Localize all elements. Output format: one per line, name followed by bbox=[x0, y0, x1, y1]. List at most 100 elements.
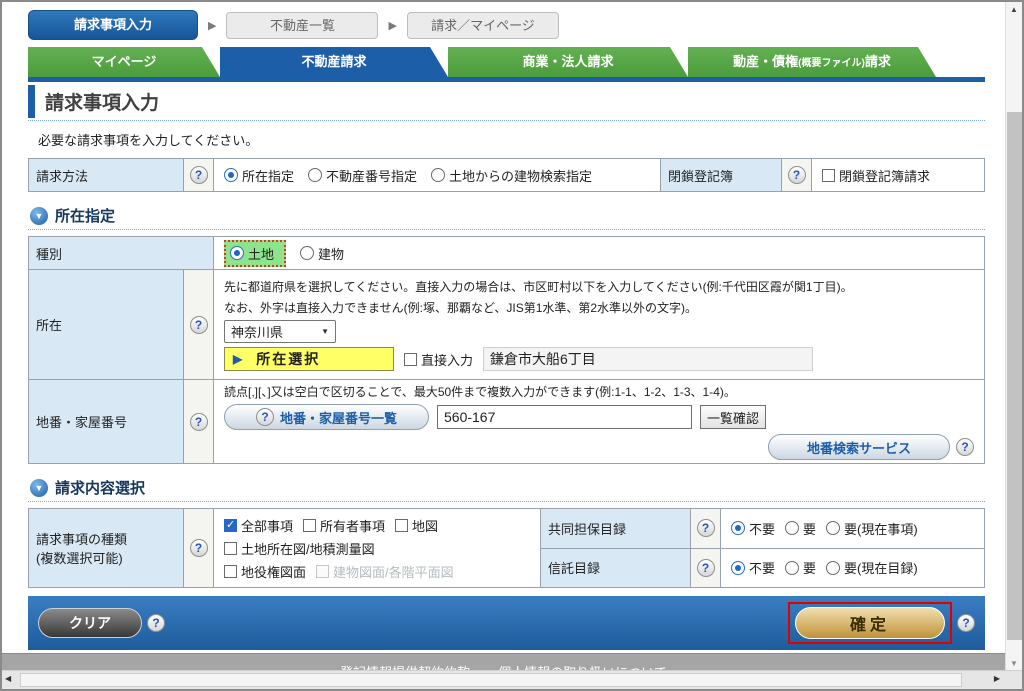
horizontal-scrollbar-thumb[interactable] bbox=[20, 673, 962, 687]
tab-label: 動産・債権 bbox=[733, 54, 798, 69]
horizontal-scrollbar[interactable]: ◀ ▶ bbox=[2, 670, 1022, 689]
location-note-1: 先に都道府県を選択してください。直接入力の場合は、市区町村以下を入力してください… bbox=[224, 278, 853, 295]
action-bar: クリア ? 確定 ? bbox=[28, 596, 985, 650]
type-options: 土地 建物 bbox=[214, 237, 984, 269]
checkbox-building-drawing-disabled: 建物図面/各階平面図 bbox=[316, 562, 454, 581]
radio-trust-required-current[interactable]: 要(現在目録) bbox=[826, 558, 918, 577]
help-icon[interactable]: ? bbox=[190, 539, 208, 557]
section-arrow-icon: ▼ bbox=[30, 479, 48, 497]
tab-real-estate-request[interactable]: 不動産請求 bbox=[220, 47, 448, 77]
request-method-help-cell: ? bbox=[184, 159, 214, 191]
option-label: 要 bbox=[803, 558, 816, 577]
breadcrumb-arrow-icon: ▶ bbox=[388, 19, 396, 32]
lot-number-search-service-button[interactable]: 地番検索サービス bbox=[768, 434, 950, 460]
option-label: 不要 bbox=[749, 519, 775, 538]
lot-number-input[interactable] bbox=[437, 405, 692, 429]
closed-register-help-cell: ? bbox=[782, 159, 812, 191]
label-text: 所在 bbox=[36, 315, 62, 334]
option-label: 建物図面/各階平面図 bbox=[333, 562, 454, 581]
radio-joint-collateral-required-current[interactable]: 要(現在事項) bbox=[826, 519, 918, 538]
scroll-up-icon[interactable]: ▲ bbox=[1006, 5, 1022, 14]
tab-movables-claims-request[interactable]: 動産・債権(概要ファイル)請求 bbox=[688, 47, 936, 77]
help-icon[interactable]: ? bbox=[697, 519, 715, 537]
tab-corporate-request[interactable]: 商業・法人請求 bbox=[448, 47, 688, 77]
request-method-label: 請求方法 bbox=[29, 159, 184, 191]
radio-building[interactable]: 建物 bbox=[300, 244, 344, 263]
option-label: 要(現在目録) bbox=[844, 558, 918, 577]
help-icon[interactable]: ? bbox=[190, 316, 208, 334]
type-label: 種別 bbox=[29, 237, 214, 269]
option-label: 土地からの建物検索指定 bbox=[449, 166, 592, 185]
scroll-left-icon[interactable]: ◀ bbox=[5, 674, 11, 683]
radio-property-number[interactable]: 不動産番号指定 bbox=[308, 166, 417, 185]
confirm-button[interactable]: 確定 bbox=[795, 607, 945, 639]
option-label: 建物 bbox=[318, 244, 344, 263]
radio-trust-required[interactable]: 要 bbox=[785, 558, 816, 577]
scroll-right-icon[interactable]: ▶ bbox=[994, 674, 1000, 683]
label-text: 共同担保目録 bbox=[548, 519, 626, 538]
vertical-scrollbar[interactable]: ▲ ▼ bbox=[1005, 2, 1022, 672]
radio-building-search-from-land[interactable]: 土地からの建物検索指定 bbox=[431, 166, 592, 185]
triangle-right-icon: ▶ bbox=[233, 352, 242, 366]
help-icon[interactable]: ? bbox=[788, 166, 806, 184]
window-frame: 請求事項入力 ▶ 不動産一覧 ▶ 請求／マイページ マイページ 不動産請求 商業… bbox=[0, 0, 1024, 691]
joint-collateral-help-cell: ? bbox=[691, 509, 721, 548]
button-label: 確定 bbox=[850, 611, 890, 635]
direct-input-field[interactable] bbox=[483, 347, 813, 371]
help-icon[interactable]: ? bbox=[957, 614, 975, 632]
checkbox-land-location-map[interactable]: 土地所在図/地積測量図 bbox=[224, 539, 375, 558]
option-label: 不要 bbox=[749, 558, 775, 577]
radio-joint-collateral-required[interactable]: 要 bbox=[785, 519, 816, 538]
list-confirm-button[interactable]: 一覧確認 bbox=[700, 405, 766, 429]
checkbox-owner-items[interactable]: 所有者事項 bbox=[303, 516, 385, 535]
closed-register-label: 閉鎖登記簿 bbox=[660, 159, 782, 191]
tab-label: 商業・法人請求 bbox=[522, 54, 613, 69]
vertical-scrollbar-thumb[interactable] bbox=[1007, 112, 1022, 640]
radio-icon bbox=[785, 561, 799, 575]
page-title: 請求事項入力 bbox=[28, 85, 985, 118]
breadcrumb-step-label: 請求／マイページ bbox=[431, 18, 535, 33]
lot-number-note: 読点[,][、]又は空白で区切ることで、最大50件まで複数入力ができます(例:1… bbox=[224, 383, 736, 400]
label-text-sub: (複数選択可能) bbox=[36, 548, 123, 567]
checkbox-icon bbox=[224, 542, 237, 555]
location-select-button[interactable]: ▶ 所在選択 bbox=[224, 347, 394, 371]
title-divider bbox=[28, 120, 985, 121]
section-arrow-icon: ▼ bbox=[30, 207, 48, 225]
location-content: 先に都道府県を選択してください。直接入力の場合は、市区町村以下を入力してください… bbox=[214, 270, 984, 379]
button-label: 一覧確認 bbox=[707, 408, 759, 427]
page: 請求事項入力 ▶ 不動産一覧 ▶ 請求／マイページ マイページ 不動産請求 商業… bbox=[2, 2, 1005, 672]
help-icon[interactable]: ? bbox=[190, 413, 208, 431]
help-icon: ? bbox=[256, 408, 274, 426]
lot-number-help-cell: ? bbox=[184, 380, 214, 463]
radio-icon bbox=[826, 521, 840, 535]
tab-mypage[interactable]: マイページ bbox=[28, 47, 220, 77]
help-icon[interactable]: ? bbox=[147, 614, 165, 632]
clear-button[interactable]: クリア bbox=[38, 608, 142, 638]
button-label: 地番検索サービス bbox=[807, 438, 911, 457]
help-icon[interactable]: ? bbox=[956, 438, 974, 456]
help-icon[interactable]: ? bbox=[697, 559, 715, 577]
checkbox-closed-register-request[interactable]: 閉鎖登記簿請求 bbox=[822, 166, 930, 185]
trust-catalog-options: 不要 要 要(現在目録) bbox=[721, 549, 984, 588]
prefecture-select[interactable]: 神奈川県 ▼ bbox=[224, 320, 336, 343]
radio-icon bbox=[785, 521, 799, 535]
tab-label: 不動産請求 bbox=[301, 54, 366, 69]
checkbox-all-items[interactable]: 全部事項 bbox=[224, 516, 293, 535]
radio-joint-collateral-not-required[interactable]: 不要 bbox=[731, 519, 775, 538]
option-label: 地図 bbox=[412, 516, 438, 535]
radio-trust-not-required[interactable]: 不要 bbox=[731, 558, 775, 577]
scroll-down-icon[interactable]: ▼ bbox=[1006, 659, 1022, 668]
radio-icon bbox=[224, 168, 238, 182]
lot-number-content: 読点[,][、]又は空白で区切ることで、最大50件まで複数入力ができます(例:1… bbox=[214, 380, 984, 463]
section-title: 所在指定 bbox=[55, 205, 115, 226]
option-label: 直接入力 bbox=[421, 350, 473, 369]
radio-icon bbox=[308, 168, 322, 182]
radio-land[interactable]: 土地 bbox=[230, 244, 274, 263]
tab-underline-bar bbox=[28, 77, 985, 82]
checkbox-map[interactable]: 地図 bbox=[395, 516, 438, 535]
radio-location-designation[interactable]: 所在指定 bbox=[224, 166, 294, 185]
lot-number-list-button[interactable]: ? 地番・家屋番号一覧 bbox=[224, 404, 429, 430]
checkbox-easement-drawing[interactable]: 地役権図面 bbox=[224, 562, 306, 581]
help-icon[interactable]: ? bbox=[190, 166, 208, 184]
checkbox-direct-input[interactable]: 直接入力 bbox=[404, 350, 473, 369]
